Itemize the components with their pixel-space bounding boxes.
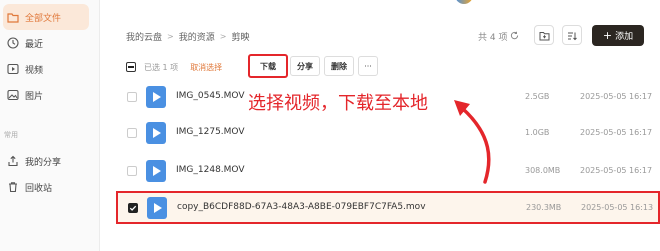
share-icon xyxy=(7,155,19,167)
plus-icon: + xyxy=(602,29,613,42)
breadcrumb-item[interactable]: 我的云盘 xyxy=(126,30,162,43)
sidebar-item-label: 视频 xyxy=(25,65,44,76)
folder-icon xyxy=(7,11,19,23)
item-count-text: 共 4 项 xyxy=(478,33,508,43)
annotation-text: 选择视频，下载至本地 xyxy=(248,93,428,114)
sort-icon xyxy=(567,26,577,45)
trash-icon xyxy=(7,181,19,193)
add-button[interactable]: + 添加 xyxy=(592,25,644,46)
folder-upload-icon xyxy=(539,26,550,45)
video-file-icon xyxy=(146,122,166,144)
file-name[interactable]: IMG_0545.MOV xyxy=(176,91,245,101)
sidebar-item-recent[interactable]: 最近 xyxy=(0,30,100,56)
row-checkbox[interactable] xyxy=(127,128,137,138)
file-row[interactable]: IMG_1248.MOV 308.0MB 2025-05-05 16:17 xyxy=(114,155,660,187)
image-icon xyxy=(7,89,19,101)
more-button[interactable]: ··· xyxy=(358,56,378,76)
file-size: 230.3MB xyxy=(526,203,562,212)
sidebar: 全部文件 最近 视频 图片 常用 我的分享 回收站 xyxy=(0,0,100,251)
file-row-selected[interactable]: copy_B6CDF88D-67A3-48A3-A8BE-079EBF7C7FA… xyxy=(116,191,660,224)
chevron-right-icon: > xyxy=(167,32,174,41)
row-checkbox[interactable] xyxy=(127,166,137,176)
new-folder-button[interactable] xyxy=(534,25,554,45)
row-checkbox[interactable] xyxy=(128,203,138,213)
select-all-checkbox[interactable] xyxy=(126,62,136,72)
file-size: 308.0MB xyxy=(525,166,561,175)
delete-button[interactable]: 删除 xyxy=(324,56,354,76)
selected-count: 已选 1 项 xyxy=(144,62,179,72)
avatar[interactable] xyxy=(455,0,473,4)
breadcrumb-current: 剪映 xyxy=(231,33,250,43)
sort-button[interactable] xyxy=(562,25,582,45)
download-button[interactable]: 下载 xyxy=(248,54,288,78)
video-file-icon xyxy=(146,160,166,182)
sidebar-item-label: 图片 xyxy=(25,91,44,102)
file-size: 1.0GB xyxy=(525,128,550,137)
main-panel: 我的云盘 > 我的资源 > 剪映 共 4 项 + 添加 已选 1 项 取消选择 … xyxy=(100,0,660,251)
selection-bar: 已选 1 项 取消选择 xyxy=(126,56,222,78)
video-icon xyxy=(7,63,19,75)
sidebar-section-label: 常用 xyxy=(4,131,18,139)
sidebar-item-recycle-bin[interactable]: 回收站 xyxy=(0,174,100,200)
refresh-icon[interactable] xyxy=(510,31,519,43)
file-name[interactable]: copy_B6CDF88D-67A3-48A3-A8BE-079EBF7C7FA… xyxy=(177,202,426,212)
share-button[interactable]: 分享 xyxy=(290,56,320,76)
breadcrumb: 我的云盘 > 我的资源 > 剪映 xyxy=(126,30,249,43)
sidebar-item-video[interactable]: 视频 xyxy=(0,56,100,82)
sidebar-item-label: 我的分享 xyxy=(25,157,62,168)
video-file-icon xyxy=(147,197,167,219)
file-date: 2025-05-05 16:17 xyxy=(580,166,653,175)
file-name[interactable]: IMG_1248.MOV xyxy=(176,165,245,175)
add-button-label: 添加 xyxy=(615,32,634,42)
sidebar-item-all-files[interactable]: 全部文件 xyxy=(3,4,89,30)
file-date: 2025-05-05 16:13 xyxy=(581,203,654,212)
file-date: 2025-05-05 16:17 xyxy=(580,128,653,137)
clear-selection-link[interactable]: 取消选择 xyxy=(190,62,222,73)
file-name[interactable]: IMG_1275.MOV xyxy=(176,127,245,137)
checkmark-icon xyxy=(129,205,137,211)
sidebar-item-label: 最近 xyxy=(25,39,44,50)
file-date: 2025-05-05 16:17 xyxy=(580,92,653,101)
clock-icon xyxy=(7,37,19,49)
file-size: 2.5GB xyxy=(525,92,550,101)
chevron-right-icon: > xyxy=(219,32,227,41)
sidebar-item-images[interactable]: 图片 xyxy=(0,82,100,108)
breadcrumb-item[interactable]: 我的资源 xyxy=(179,30,215,43)
sidebar-item-label: 全部文件 xyxy=(25,13,62,24)
sidebar-item-label: 回收站 xyxy=(25,183,53,194)
video-file-icon xyxy=(146,86,166,108)
file-row[interactable]: IMG_1275.MOV 1.0GB 2025-05-05 16:17 xyxy=(114,117,660,149)
row-checkbox[interactable] xyxy=(127,92,137,102)
sidebar-item-my-shares[interactable]: 我的分享 xyxy=(0,148,100,174)
item-count: 共 4 项 xyxy=(478,30,519,43)
